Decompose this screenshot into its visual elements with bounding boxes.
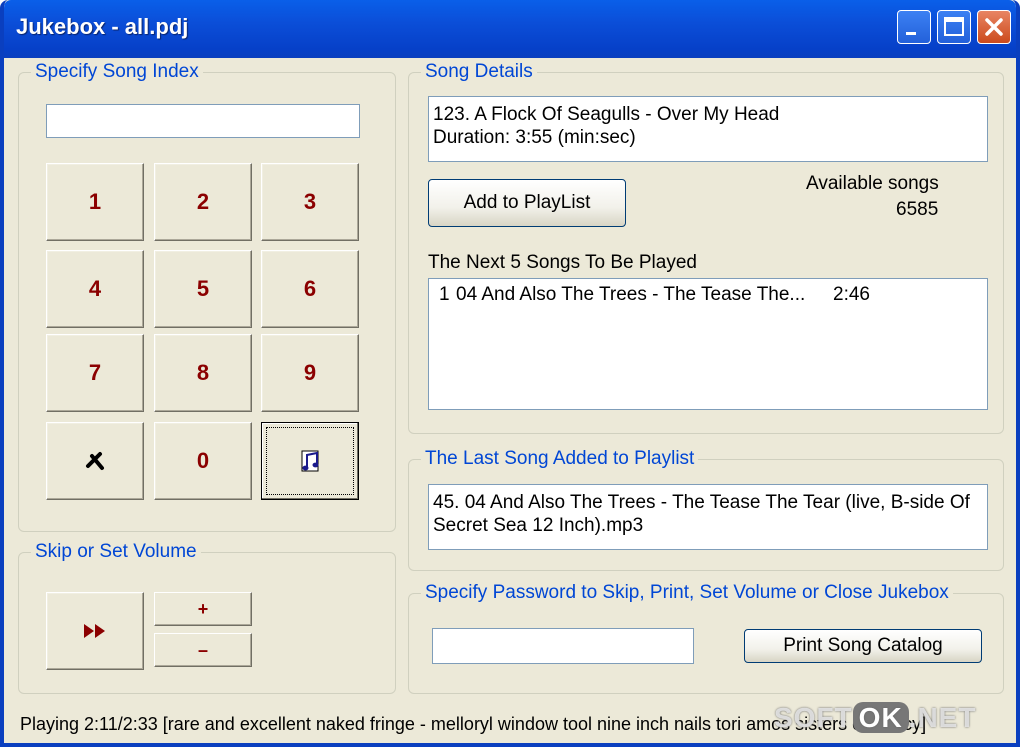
playlist-row[interactable]: 1 04 And Also The Trees - The Tease The.… — [439, 283, 979, 309]
key-0[interactable]: 0 — [154, 422, 252, 500]
clear-button[interactable] — [46, 422, 144, 500]
last-song-line-1: 45. 04 And Also The Trees - The Tease Th… — [433, 492, 970, 513]
key-3[interactable]: 3 — [261, 163, 359, 241]
volume-down-button[interactable]: – — [154, 633, 252, 667]
song-index-input[interactable] — [46, 104, 360, 138]
music-note-icon — [301, 450, 319, 472]
key-2[interactable]: 2 — [154, 163, 252, 241]
song-details-legend: Song Details — [421, 61, 537, 83]
song-index-legend: Specify Song Index — [31, 61, 203, 83]
last-song-legend: The Last Song Added to Playlist — [421, 448, 699, 470]
watermark: SOFT OK .NET — [774, 702, 976, 734]
minimize-icon — [906, 32, 916, 35]
playlist-row-duration: 2:46 — [833, 284, 870, 305]
key-7[interactable]: 7 — [46, 334, 144, 412]
last-song-box: 45. 04 And Also The Trees - The Tease Th… — [428, 484, 988, 550]
next-songs-label: The Next 5 Songs To Be Played — [428, 252, 697, 273]
password-input[interactable] — [432, 628, 694, 664]
close-icon — [985, 18, 1003, 36]
watermark-part-2: OK — [852, 702, 909, 733]
print-song-catalog-button[interactable]: Print Song Catalog — [744, 629, 982, 663]
song-details-box: 123. A Flock Of Seagulls - Over My Head … — [428, 96, 988, 162]
playlist-row-title: 04 And Also The Trees - The Tease The... — [456, 284, 806, 305]
window-title: Jukebox - all.pdj — [16, 14, 189, 39]
title-bar[interactable]: Jukebox - all.pdj — [4, 0, 1016, 58]
minimize-button[interactable] — [897, 10, 931, 44]
next-songs-list[interactable]: 1 04 And Also The Trees - The Tease The.… — [428, 278, 988, 410]
key-9[interactable]: 9 — [261, 334, 359, 412]
key-5[interactable]: 5 — [154, 250, 252, 328]
available-songs-count: 6585 — [896, 199, 939, 220]
maximize-button[interactable] — [937, 10, 971, 44]
add-to-playlist-button[interactable]: Add to PlayList — [428, 179, 626, 227]
password-legend: Specify Password to Skip, Print, Set Vol… — [421, 582, 953, 604]
fast-forward-icon — [84, 624, 105, 638]
skip-button[interactable] — [46, 592, 144, 670]
song-details-line-1: 123. A Flock Of Seagulls - Over My Head — [433, 104, 780, 125]
song-details-line-2: Duration: 3:55 (min:sec) — [433, 127, 636, 148]
watermark-part-1: SOFT — [774, 702, 853, 733]
key-6[interactable]: 6 — [261, 250, 359, 328]
watermark-part-3: .NET — [908, 702, 977, 733]
backspace-clear-icon — [86, 452, 104, 470]
key-8[interactable]: 8 — [154, 334, 252, 412]
volume-up-button[interactable]: + — [154, 592, 252, 626]
close-button[interactable] — [977, 10, 1011, 44]
available-songs-label: Available songs — [806, 173, 939, 194]
key-1[interactable]: 1 — [46, 163, 144, 241]
key-4[interactable]: 4 — [46, 250, 144, 328]
enter-song-button[interactable] — [261, 422, 359, 500]
playlist-row-number: 1 — [439, 284, 450, 305]
volume-legend: Skip or Set Volume — [31, 541, 201, 563]
jukebox-window: Jukebox - all.pdj Specify Song Index 1 2… — [0, 0, 1020, 747]
maximize-icon — [944, 17, 964, 36]
last-song-line-2: Secret Sea 12 Inch).mp3 — [433, 515, 644, 536]
